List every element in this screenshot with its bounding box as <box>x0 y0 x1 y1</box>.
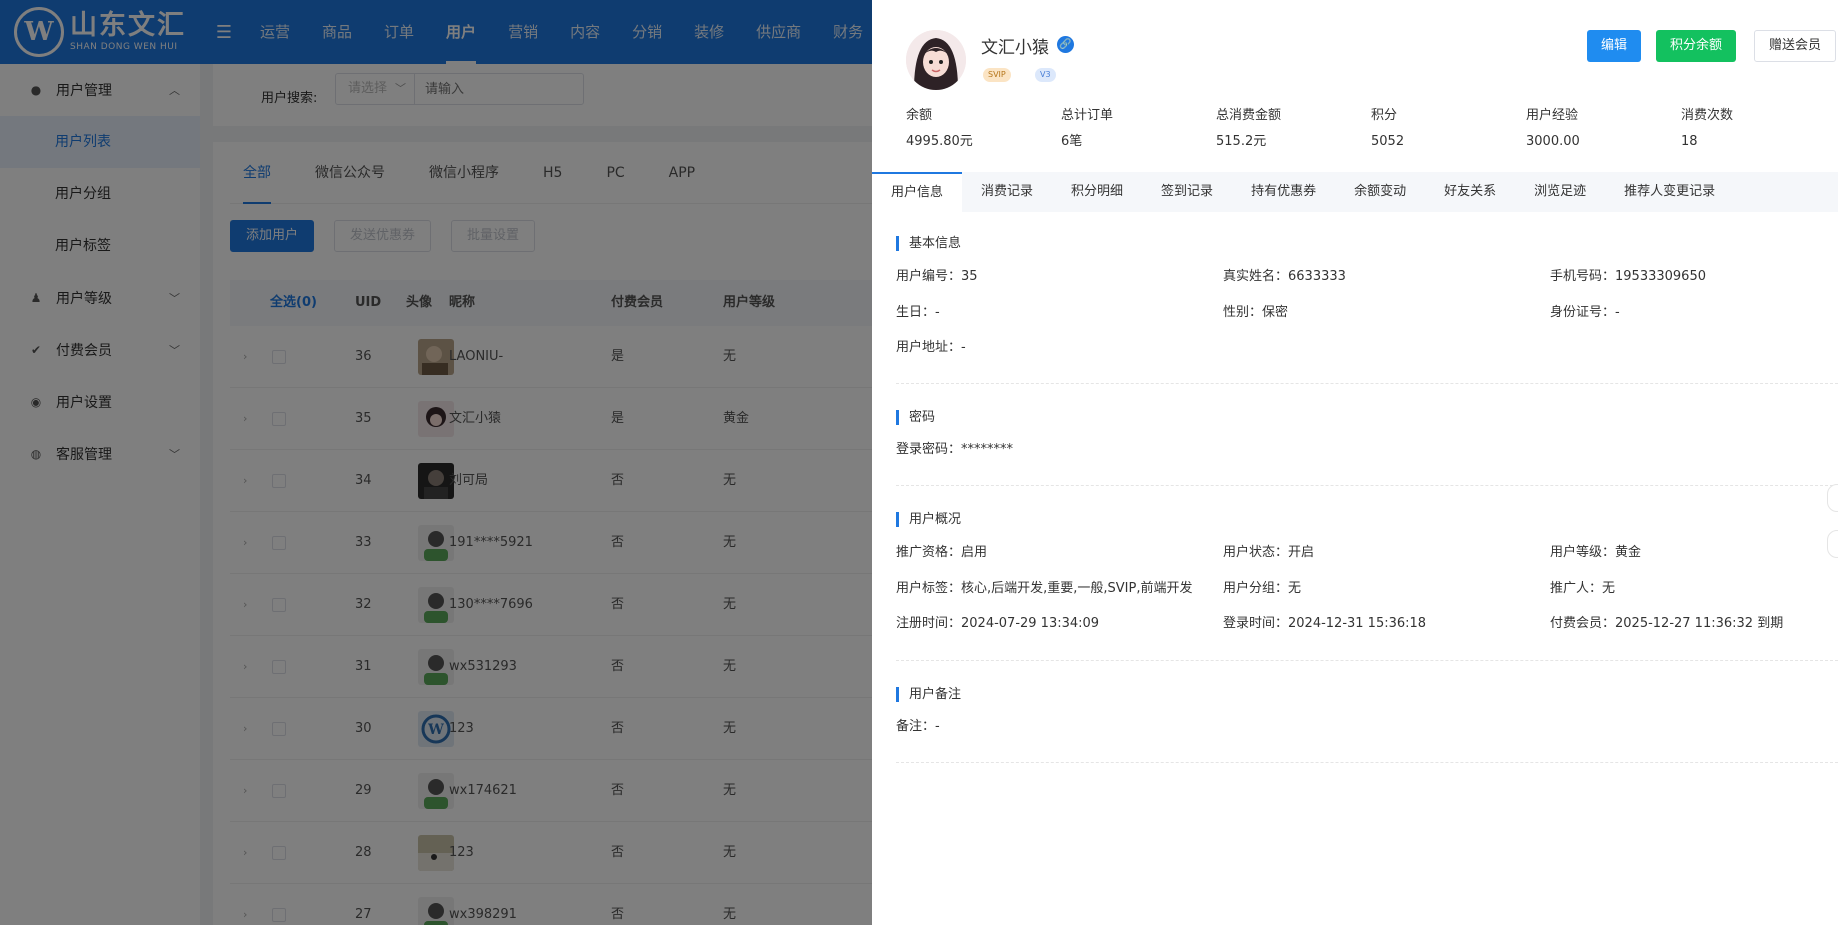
stat-value: 3000.00 <box>1526 134 1580 149</box>
info-user-group: 用户分组：无 <box>1223 581 1302 596</box>
svip-badge: SVIP <box>983 68 1011 82</box>
tab-referrer-changes[interactable]: 推荐人变更记录 <box>1605 172 1734 212</box>
section-user-overview: 用户概况 <box>896 512 1836 527</box>
info-user-status: 用户状态：开启 <box>1223 545 1315 560</box>
tab-checkin-records[interactable]: 签到记录 <box>1142 172 1232 212</box>
info-promoter: 推广人：无 <box>1550 581 1616 596</box>
points-balance-button[interactable]: 积分余额 <box>1656 30 1737 62</box>
section-title: 基本信息 <box>896 236 1836 251</box>
level-badge: V3 <box>1035 68 1056 82</box>
stat-value: 5052 <box>1371 134 1405 149</box>
tab-browse-history[interactable]: 浏览足迹 <box>1515 172 1605 212</box>
info-address: 用户地址：- <box>896 340 966 355</box>
info-id-number: 身份证号：- <box>1550 305 1620 320</box>
tab-balance-changes[interactable]: 余额变动 <box>1335 172 1425 212</box>
info-user-level: 用户等级：黄金 <box>1550 545 1642 560</box>
stat-value: 18 <box>1681 134 1698 149</box>
stat-label: 积分 <box>1371 108 1398 123</box>
section-title: 密码 <box>896 410 1836 425</box>
section-title: 用户备注 <box>896 687 1836 702</box>
stat-value: 4995.80元 <box>906 134 973 149</box>
tab-friends[interactable]: 好友关系 <box>1425 172 1515 212</box>
tab-points-detail[interactable]: 积分明细 <box>1052 172 1142 212</box>
info-user-tags: 用户标签：核心,后端开发,重要,一般,SVIP,前端开发 <box>896 581 1193 596</box>
scroll-handle[interactable] <box>1827 484 1838 512</box>
user-nickname: 文汇小猿 <box>981 38 1049 58</box>
info-user-id: 用户编号：35 <box>896 269 978 284</box>
info-birthday: 生日：- <box>896 305 940 320</box>
user-avatar <box>906 30 966 90</box>
stat-purchase-count: 消费次数 18 <box>1681 106 1831 152</box>
divider <box>896 485 1838 486</box>
info-register-time: 注册时间：2024-07-29 13:34:09 <box>896 616 1100 631</box>
stat-experience: 用户经验 3000.00 <box>1526 106 1676 152</box>
divider <box>896 660 1838 661</box>
section-password: 密码 <box>896 410 1836 425</box>
stat-label: 用户经验 <box>1526 108 1579 123</box>
link-icon[interactable]: 🔗 <box>1057 36 1074 53</box>
divider <box>896 383 1838 384</box>
info-paid-member-expiry: 付费会员：2025-12-27 11:36:32 到期 <box>1550 616 1784 631</box>
stat-label: 总消费金额 <box>1216 108 1282 123</box>
stat-total-spent: 总消费金额 515.2元 <box>1216 106 1366 152</box>
info-real-name: 真实姓名：6633333 <box>1223 269 1346 284</box>
stat-label: 消费次数 <box>1681 108 1734 123</box>
info-gender: 性别：保密 <box>1223 305 1289 320</box>
drawer-tabs: 用户信息 消费记录 积分明细 签到记录 持有优惠券 余额变动 好友关系 浏览足迹… <box>872 172 1838 212</box>
user-detail-drawer: 文汇小猿 🔗 SVIP V3 编辑 积分余额 赠送会员 余额 4995.80元 … <box>872 0 1838 925</box>
stat-label: 余额 <box>906 108 933 123</box>
tab-coupons[interactable]: 持有优惠券 <box>1232 172 1335 212</box>
edit-button[interactable]: 编辑 <box>1587 30 1642 62</box>
gift-membership-button[interactable]: 赠送会员 <box>1754 30 1837 62</box>
stat-balance: 余额 4995.80元 <box>906 106 1056 152</box>
info-phone: 手机号码：19533309650 <box>1550 269 1706 284</box>
info-note: 备注：- <box>896 719 940 734</box>
stat-value: 6笔 <box>1061 134 1083 149</box>
stat-points: 积分 5052 <box>1371 106 1521 152</box>
info-login-password: 登录密码：******** <box>896 442 1014 457</box>
info-login-time: 登录时间：2024-12-31 15:36:18 <box>1223 616 1427 631</box>
scroll-handle[interactable] <box>1827 530 1838 558</box>
section-user-note: 用户备注 <box>896 687 1836 702</box>
section-title: 用户概况 <box>896 512 1836 527</box>
stat-value: 515.2元 <box>1216 134 1267 149</box>
stat-label: 总计订单 <box>1061 108 1114 123</box>
info-promotion-qualification: 推广资格：启用 <box>896 545 988 560</box>
tab-user-info[interactable]: 用户信息 <box>872 172 963 212</box>
stat-total-orders: 总计订单 6笔 <box>1061 106 1211 152</box>
tab-consumption-records[interactable]: 消费记录 <box>962 172 1052 212</box>
section-basic-info: 基本信息 <box>896 236 1836 251</box>
divider <box>896 762 1838 763</box>
